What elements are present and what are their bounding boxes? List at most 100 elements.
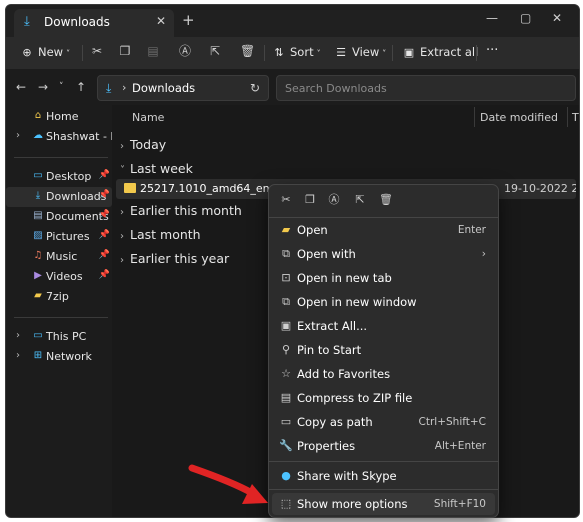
more-options-button[interactable]: ··· (486, 43, 498, 58)
sidebar-item-videos[interactable]: ▶ Videos 📌 (6, 267, 112, 287)
forward-arrow-icon[interactable]: → (38, 80, 48, 94)
group-label: Earlier this month (130, 203, 242, 218)
document-icon: ▤ (33, 210, 43, 221)
copy-icon[interactable]: ❐ (303, 193, 317, 207)
extract-all-button[interactable]: ▣ Extract all (402, 45, 478, 59)
sidebar-item-pictures[interactable]: ▨ Pictures 📌 (6, 227, 112, 247)
sidebar-item-network[interactable]: › ⊞ Network (6, 347, 112, 367)
share-icon[interactable]: ⇱ (208, 44, 222, 58)
sidebar-item-7zip[interactable]: ▰ 7zip (6, 287, 112, 307)
tab-close-icon[interactable]: ✕ (156, 14, 166, 28)
group-today[interactable]: › Today (120, 137, 166, 152)
rename-icon[interactable]: Ⓐ (327, 193, 341, 207)
download-icon: ⤓ (24, 14, 30, 29)
menu-item-label: Open in new tab (297, 271, 392, 285)
minimize-button[interactable]: — (486, 11, 498, 25)
cut-icon[interactable]: ✂ (279, 193, 293, 207)
menu-item-extract-all[interactable]: ▣ Extract All... (273, 315, 494, 337)
menu-item-shortcut: Ctrl+Shift+C (418, 416, 486, 428)
toolbar-divider (82, 45, 83, 61)
pin-icon: 📌 (98, 190, 110, 200)
pin-icon: 📌 (98, 170, 110, 180)
pc-icon: ▭ (33, 330, 43, 341)
extract-icon: ▣ (280, 319, 292, 332)
chevron-right-icon: › (122, 81, 127, 94)
sidebar-item-documents[interactable]: ▤ Documents 📌 (6, 207, 112, 227)
menu-item-label: Open in new window (297, 295, 417, 309)
close-button[interactable]: ✕ (552, 11, 562, 25)
menu-item-open[interactable]: ▰ Open Enter (273, 219, 494, 241)
new-tab-icon: ⊡ (281, 271, 291, 284)
sort-label: Sort (290, 45, 314, 59)
download-icon: ⤓ (35, 190, 41, 201)
chevron-right-icon: › (16, 330, 20, 341)
menu-item-open-in-new-window[interactable]: ⧉ Open in new window (273, 291, 494, 313)
new-label: New (38, 45, 64, 59)
paste-icon[interactable]: ▤ (146, 44, 160, 58)
copy-icon[interactable]: ❐ (118, 44, 132, 58)
chevron-down-icon: ˅ (382, 49, 387, 58)
rename-icon[interactable]: Ⓐ (178, 44, 192, 58)
column-header-date[interactable]: Date modified (480, 111, 558, 124)
cut-icon[interactable]: ✂ (90, 44, 104, 58)
search-placeholder: Search Downloads (285, 82, 387, 95)
search-input[interactable]: Search Downloads (276, 75, 576, 101)
delete-icon[interactable]: 🗑 (379, 193, 393, 207)
star-icon: ☆ (281, 367, 291, 380)
tab-title: Downloads (44, 15, 110, 29)
menu-item-show-more-options[interactable]: ⬚ Show more options Shift+F10 (273, 493, 494, 515)
zip-icon: ▤ (280, 391, 292, 404)
pin-icon: 📌 (98, 250, 110, 260)
menu-item-label: Add to Favorites (297, 367, 391, 381)
share-icon[interactable]: ⇱ (353, 193, 367, 207)
command-bar: ⊕ New ˅ ✂ ❐ ▤ Ⓐ ⇱ 🗑 ⇅ Sort ˅ ☰ View ˅ ▣ Extract… (6, 37, 579, 69)
group-last-week[interactable]: ˅ Last week (120, 161, 193, 176)
address-bar[interactable]: ⤓ › Downloads ↻ (97, 75, 269, 101)
group-earlier-this-month[interactable]: › Earlier this month (120, 203, 242, 218)
menu-item-open-with[interactable]: ⧉ Open with › (273, 243, 494, 265)
sidebar-item-onedrive[interactable]: › ☁ Shashwat - Pe (6, 127, 112, 147)
sidebar-item-downloads[interactable]: ⤓ Downloads 📌 (6, 187, 112, 207)
new-tab-button[interactable]: + (182, 13, 195, 28)
sidebar-item-home[interactable]: ⌂ Home (6, 107, 112, 127)
sidebar-item-music[interactable]: ♫ Music 📌 (6, 247, 112, 267)
menu-item-compress-zip[interactable]: ▤ Compress to ZIP file (273, 387, 494, 409)
sidebar-item-this-pc[interactable]: › ▭ This PC (6, 327, 112, 347)
network-icon: ⊞ (33, 350, 43, 361)
zip-folder-icon (124, 183, 136, 193)
menu-item-open-in-new-tab[interactable]: ⊡ Open in new tab (273, 267, 494, 289)
plus-circle-icon: ⊕ (22, 46, 32, 59)
column-header-type[interactable]: T (572, 111, 579, 124)
menu-item-label: Copy as path (297, 415, 373, 429)
menu-item-add-to-favorites[interactable]: ☆ Add to Favorites (273, 363, 494, 385)
toolbar-divider (392, 45, 393, 61)
menu-item-share-with-skype[interactable]: ● Share with Skype (273, 465, 494, 487)
new-button[interactable]: ⊕ New ˅ (20, 45, 70, 59)
sidebar-item-desktop[interactable]: ▭ Desktop 📌 (6, 167, 112, 187)
chevron-down-icon: ˅ (120, 165, 125, 176)
back-arrow-icon[interactable]: ← (16, 80, 26, 94)
menu-divider (269, 217, 498, 218)
sort-button[interactable]: ⇅ Sort ˅ (272, 45, 321, 59)
menu-item-pin-to-start[interactable]: ⚲ Pin to Start (273, 339, 494, 361)
up-arrow-icon[interactable]: ↑ (76, 80, 86, 94)
view-button[interactable]: ☰ View ˅ (334, 45, 386, 59)
navigation-bar: ← → ˅ ↑ ⤓ › Downloads ↻ Search Downloads (6, 71, 579, 105)
chevron-right-icon: › (120, 255, 124, 266)
sort-icon: ⇅ (274, 46, 284, 59)
delete-icon[interactable]: 🗑 (240, 44, 255, 58)
group-last-month[interactable]: › Last month (120, 227, 201, 242)
recent-locations-icon[interactable]: ˅ (59, 82, 64, 92)
sidebar-item-label: 7zip (46, 290, 69, 303)
maximize-button[interactable]: ▢ (520, 11, 531, 25)
tab-downloads[interactable]: ⤓ Downloads ✕ (14, 9, 174, 37)
chevron-down-icon: ˅ (316, 49, 321, 58)
group-earlier-this-year[interactable]: › Earlier this year (120, 251, 229, 266)
menu-item-copy-as-path[interactable]: ▭ Copy as path Ctrl+Shift+C (273, 411, 494, 433)
menu-item-properties[interactable]: 🔧 Properties Alt+Enter (273, 435, 494, 457)
sidebar-divider (14, 317, 108, 318)
view-icon: ☰ (336, 46, 346, 59)
column-header-name[interactable]: Name (132, 111, 164, 124)
refresh-icon[interactable]: ↻ (250, 81, 260, 95)
chevron-right-icon: › (16, 130, 20, 141)
